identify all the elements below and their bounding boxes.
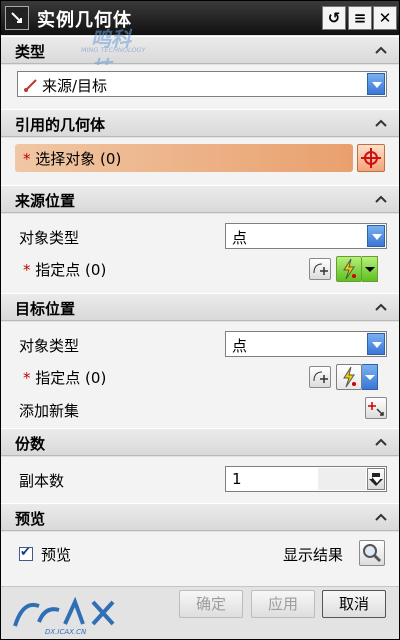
point-constructor-icon (313, 371, 328, 383)
snap-point-button[interactable] (336, 256, 362, 282)
select-object-label: * 选择对象 (0) (23, 150, 122, 168)
type-dropdown[interactable]: 来源/目标 (17, 71, 387, 97)
section-reference-title: 引用的几何体 (15, 116, 106, 134)
dialog-options-button[interactable]: ≡ (348, 6, 372, 30)
section-source-body: 对象类型 点 * 指定点 (0) (1, 214, 399, 293)
section-reference-body: * 选择对象 (0) (1, 138, 399, 185)
section-copies-title: 份数 (15, 435, 46, 453)
copies-count-field[interactable]: 1 (225, 466, 387, 492)
section-source-header[interactable]: 来源位置 (1, 185, 399, 213)
collapse-chevron-icon (375, 195, 387, 203)
collapse-chevron-icon (375, 46, 387, 54)
section-target-title: 目标位置 (15, 300, 76, 318)
magnifier-icon (363, 544, 382, 563)
chevron-down-icon[interactable] (367, 333, 385, 355)
title-bar: 实例几何体 ↺ ≡ ✕ (1, 1, 399, 35)
target-object-type-label: 对象类型 (19, 337, 80, 355)
dialog-footer: DX.ICAX.CN 确定 应用 取消 (1, 586, 399, 639)
snap-point-dropdown[interactable] (362, 256, 378, 282)
lightning-point-icon (343, 366, 356, 388)
watermark-logo: 鸣科技 MING TECHNOLOGY (69, 23, 149, 80)
section-target-header[interactable]: 目标位置 (1, 293, 399, 321)
target-object-type-dropdown[interactable]: 点 (225, 331, 387, 357)
type-dropdown-value: 来源/目标 (42, 77, 108, 95)
snap-point-button[interactable] (336, 364, 362, 390)
section-type-header[interactable]: 类型 (1, 36, 399, 64)
source-object-type-dropdown[interactable]: 点 (225, 223, 387, 249)
copies-count-value: 1 (232, 470, 242, 488)
source-object-type-value: 点 (232, 229, 248, 247)
add-set-icon (368, 402, 384, 416)
collapse-chevron-icon (375, 438, 387, 446)
section-source-title: 来源位置 (15, 192, 76, 210)
dialog-menu-icon[interactable] (5, 6, 29, 30)
down-arrow-icon[interactable] (367, 468, 385, 490)
reset-button[interactable]: ↺ (322, 6, 346, 30)
section-type-body: 来源/目标 (1, 65, 399, 109)
collapse-chevron-icon (375, 513, 387, 521)
show-result-label: 显示结果 (283, 546, 344, 564)
chevron-down-icon[interactable] (367, 73, 385, 95)
crosshair-icon (361, 148, 381, 168)
section-preview-header[interactable]: 预览 (1, 503, 399, 531)
apply-button[interactable]: 应用 (251, 590, 315, 618)
add-new-set-button[interactable] (365, 397, 387, 419)
collapse-chevron-icon (375, 119, 387, 127)
close-button[interactable]: ✕ (373, 6, 397, 30)
show-result-button[interactable] (359, 540, 385, 566)
section-preview-body: 预览 显示结果 (1, 532, 399, 586)
point-dialog-button[interactable] (309, 366, 331, 388)
section-copies-header[interactable]: 份数 (1, 428, 399, 456)
source-specify-point-label: * 指定点 (0) (23, 261, 107, 279)
lightning-point-icon (343, 258, 356, 280)
crosshair-select-button[interactable] (357, 144, 385, 172)
down-arrow-glyph (369, 473, 383, 486)
watermark-sub: MING TECHNOLOGY (81, 46, 146, 54)
chevron-down-icon[interactable] (367, 225, 385, 247)
section-reference-header[interactable]: 引用的几何体 (1, 109, 399, 137)
snap-point-dropdown[interactable] (362, 364, 378, 390)
cancel-button[interactable]: 取消 (322, 590, 386, 618)
copies-count-field-gap (318, 468, 366, 490)
preview-checkbox-label: 预览 (41, 546, 72, 564)
copies-count-label: 副本数 (19, 472, 65, 490)
add-new-set-label: 添加新集 (19, 402, 80, 420)
icax-logo: DX.ICAX.CN (13, 596, 115, 636)
point-dialog-button[interactable] (309, 258, 331, 280)
target-object-type-value: 点 (232, 337, 248, 355)
ok-button[interactable]: 确定 (179, 590, 243, 618)
line-source-target-icon (24, 79, 37, 92)
section-target-body: 对象类型 点 * 指定点 (0) 添加新集 (1, 322, 399, 428)
logo-text: DX.ICAX.CN (45, 628, 87, 636)
select-object-bar[interactable]: * 选择对象 (0) (15, 144, 353, 172)
target-specify-point-label: * 指定点 (0) (23, 369, 107, 387)
instance-geometry-dialog: 实例几何体 ↺ ≡ ✕ 类型 鸣科技 MING TECHNOLOGY 来源/目标… (0, 0, 400, 640)
source-object-type-label: 对象类型 (19, 229, 80, 247)
section-copies-body: 副本数 1 (1, 457, 399, 503)
section-type-title: 类型 (15, 43, 46, 61)
section-preview-title: 预览 (15, 510, 46, 528)
point-constructor-icon (313, 263, 328, 275)
preview-checkbox[interactable] (19, 545, 33, 561)
collapse-chevron-icon (375, 303, 387, 311)
